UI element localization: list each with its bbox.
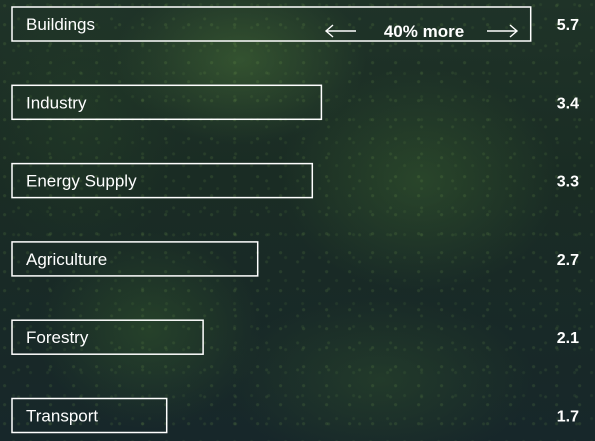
value-label: 3.4 xyxy=(557,95,579,112)
bars-group: Buildings 5.7 Industry 3.4 Energy Supply 3.3 A… xyxy=(11,6,579,434)
value-label: 2.7 xyxy=(557,252,579,269)
value-label: 3.3 xyxy=(557,174,579,191)
category-label: Transport xyxy=(26,407,98,426)
category-label: Agriculture xyxy=(26,250,107,269)
value-label: 1.7 xyxy=(557,409,579,426)
annotation-group: 40% more xyxy=(324,22,519,41)
category-label: Forestry xyxy=(26,328,89,347)
category-label: Industry xyxy=(26,93,87,112)
bar-chart: Buildings 5.7 Industry 3.4 Energy Supply 3.3 A… xyxy=(11,6,579,434)
category-label: Buildings xyxy=(26,15,95,34)
value-label: 2.1 xyxy=(557,330,579,347)
value-label: 5.7 xyxy=(557,17,579,34)
annotation-label: 40% more xyxy=(384,22,464,41)
category-label: Energy Supply xyxy=(26,172,137,191)
